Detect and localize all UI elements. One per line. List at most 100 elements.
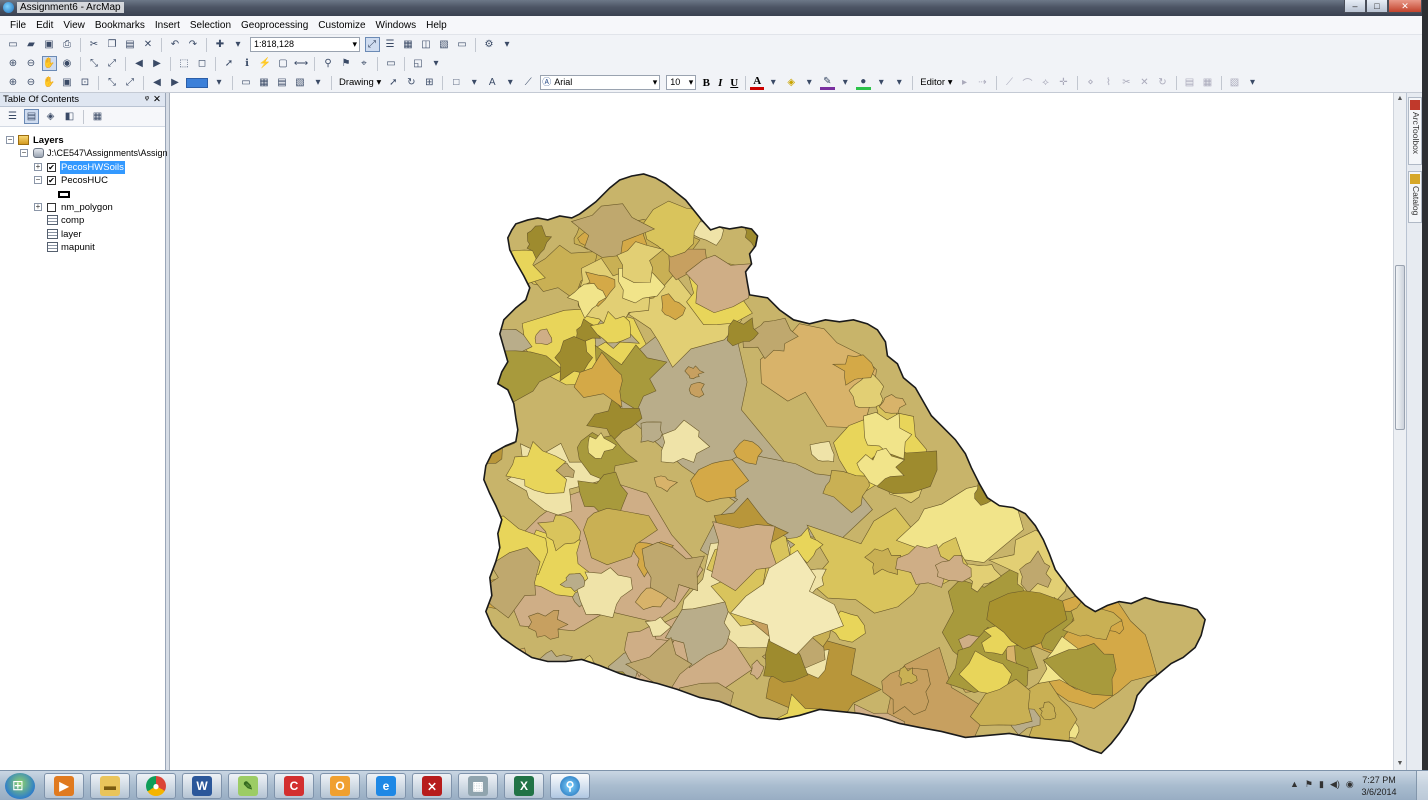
menu-insert[interactable]: Insert bbox=[150, 20, 185, 31]
select-elements-pointer-icon[interactable]: ➚ bbox=[386, 75, 401, 90]
soil-polygon[interactable] bbox=[1004, 226, 1050, 270]
tray-expand-icon[interactable]: ▲ bbox=[1290, 779, 1299, 790]
find-icon[interactable]: ⚲ bbox=[321, 56, 336, 71]
soil-polygon[interactable] bbox=[563, 179, 586, 197]
fill-color-dropdown-icon[interactable]: ▾ bbox=[802, 75, 817, 90]
zoom-percent-dropdown-icon[interactable]: ▾ bbox=[212, 75, 227, 90]
font-size-combo[interactable]: 10 bbox=[666, 75, 697, 90]
taskbar-clock[interactable]: 7:27 PM 3/6/2014 bbox=[1354, 774, 1404, 798]
tree-workspace[interactable]: − J:\CE547\Assignments\Assign bbox=[0, 147, 168, 160]
layer-name[interactable]: PecosHUC bbox=[61, 174, 108, 187]
toolbar-options-icon[interactable]: ▾ bbox=[429, 56, 444, 71]
soil-polygon[interactable] bbox=[933, 323, 984, 371]
list-by-drawing-order-icon[interactable]: ☰ bbox=[5, 109, 20, 124]
go-to-xy-icon[interactable]: ⌖ bbox=[357, 56, 372, 71]
scroll-thumb[interactable] bbox=[1395, 265, 1405, 430]
arctoolbox-tab[interactable]: ArcToolbox bbox=[1408, 97, 1422, 165]
editor-toolbar-toggle-icon[interactable]: ⤢ bbox=[364, 37, 380, 52]
map-canvas[interactable] bbox=[170, 93, 1394, 770]
focus-data-frame-icon[interactable]: ▦ bbox=[257, 75, 272, 90]
zoom-out-icon[interactable]: ⊖ bbox=[24, 56, 39, 71]
soil-polygon[interactable] bbox=[1047, 413, 1082, 444]
html-popup-icon[interactable]: ▢ bbox=[276, 56, 291, 71]
soil-polygon[interactable] bbox=[1033, 273, 1102, 336]
open-folder-icon[interactable]: ▰ bbox=[24, 37, 39, 52]
zoom-whole-page-icon[interactable]: ▣ bbox=[60, 75, 75, 90]
action-center-flag-icon[interactable]: ⚑ bbox=[1305, 779, 1313, 790]
map-display[interactable] bbox=[169, 93, 1406, 770]
toc-options-icon[interactable]: ▦ bbox=[90, 109, 105, 124]
soil-polygon[interactable] bbox=[1034, 336, 1091, 370]
soil-polygon[interactable] bbox=[944, 400, 965, 424]
menu-selection[interactable]: Selection bbox=[185, 20, 236, 31]
soil-polygon[interactable] bbox=[1133, 248, 1197, 325]
point-icon[interactable]: ✛ bbox=[1056, 75, 1071, 90]
table-row-layer[interactable]: layer bbox=[0, 228, 165, 241]
catalog-window-icon[interactable]: ▦ bbox=[401, 37, 416, 52]
change-layout-icon[interactable]: ▤ bbox=[275, 75, 290, 90]
rectangle-dropdown-icon[interactable]: ▾ bbox=[467, 75, 482, 90]
new-document-icon[interactable]: ▭ bbox=[6, 37, 21, 52]
soil-polygon[interactable] bbox=[1138, 371, 1200, 424]
redo-icon[interactable]: ↷ bbox=[186, 37, 201, 52]
straight-segment-icon[interactable]: ⟋ bbox=[1002, 75, 1017, 90]
hyperlink-icon[interactable]: ⚡ bbox=[258, 56, 273, 71]
soil-polygon[interactable] bbox=[1063, 353, 1100, 385]
soil-polygon[interactable] bbox=[987, 363, 1045, 410]
create-features-icon[interactable]: ▧ bbox=[1227, 75, 1242, 90]
collapse-icon[interactable]: − bbox=[34, 176, 42, 185]
soil-polygon[interactable] bbox=[832, 235, 851, 251]
fixed-zoom-in-layout-icon[interactable]: ⤡ bbox=[105, 75, 120, 90]
line-color-dropdown-icon[interactable]: ▾ bbox=[838, 75, 853, 90]
soil-polygon[interactable] bbox=[684, 173, 723, 202]
soil-polygon[interactable] bbox=[1067, 431, 1124, 494]
soil-polygon[interactable] bbox=[1170, 479, 1202, 508]
taskbar-adobe-acrobat[interactable]: ⨯ bbox=[412, 773, 452, 799]
soil-polygon[interactable] bbox=[958, 183, 977, 198]
scroll-down-arrow-icon[interactable]: ▼ bbox=[1394, 758, 1406, 770]
underline-button[interactable]: U bbox=[727, 77, 741, 89]
zoom-percent-box[interactable] bbox=[186, 77, 208, 88]
clear-selection-icon[interactable]: ◻ bbox=[195, 56, 210, 71]
soil-polygon[interactable] bbox=[1129, 295, 1209, 362]
collapse-icon[interactable]: − bbox=[6, 136, 14, 144]
soil-polygon[interactable] bbox=[622, 712, 702, 770]
next-extent-icon[interactable]: ▶ bbox=[150, 56, 165, 71]
edit-tool-icon[interactable]: ▸ bbox=[957, 75, 972, 90]
close-button[interactable]: ✕ bbox=[1388, 0, 1422, 13]
text-dropdown-icon[interactable]: ▾ bbox=[503, 75, 518, 90]
undo-icon[interactable]: ↶ bbox=[168, 37, 183, 52]
menu-edit[interactable]: Edit bbox=[31, 20, 58, 31]
toolbar-options-icon[interactable]: ▾ bbox=[892, 75, 907, 90]
fixed-zoom-in-icon[interactable]: ⤡ bbox=[87, 56, 102, 71]
copy-icon[interactable]: ❐ bbox=[105, 37, 120, 52]
layout-pan-icon[interactable]: ✋ bbox=[42, 75, 57, 90]
font-color-dropdown-icon[interactable]: ▾ bbox=[766, 75, 781, 90]
table-of-contents-window-icon[interactable]: ☰ bbox=[383, 37, 398, 52]
polygon-symbol-icon[interactable] bbox=[58, 190, 70, 198]
soil-polygon[interactable] bbox=[1037, 303, 1075, 333]
end-point-arc-icon[interactable]: ⌒ bbox=[1020, 75, 1035, 90]
menu-help[interactable]: Help bbox=[421, 20, 452, 31]
taskbar-windows-media-player[interactable]: ▶ bbox=[44, 773, 84, 799]
taskbar-internet-explorer[interactable]: e bbox=[366, 773, 406, 799]
create-viewer-window-icon[interactable]: ◱ bbox=[411, 56, 426, 71]
soil-polygon[interactable] bbox=[506, 727, 536, 747]
taskbar-paint-tool[interactable]: ✎ bbox=[228, 773, 268, 799]
soil-polygon[interactable] bbox=[1036, 449, 1088, 492]
zoom-to-selected-elements-icon[interactable]: ⊞ bbox=[422, 75, 437, 90]
arctoolbox-window-icon[interactable]: ▧ bbox=[437, 37, 452, 52]
fixed-zoom-out-icon[interactable]: ⤢ bbox=[105, 56, 120, 71]
print-icon[interactable]: ⎙ bbox=[60, 37, 75, 52]
soil-polygon[interactable] bbox=[1102, 229, 1160, 280]
toc-close-icon[interactable]: ✕ bbox=[153, 93, 161, 107]
layer-visibility-checkbox[interactable]: ✔ bbox=[47, 176, 56, 186]
delete-icon[interactable]: ✕ bbox=[141, 37, 156, 52]
list-by-source-icon[interactable]: ▤ bbox=[24, 109, 39, 124]
select-elements-icon[interactable]: ➚ bbox=[222, 56, 237, 71]
soil-polygon[interactable] bbox=[551, 689, 590, 721]
taskbar-arcmap[interactable]: ⚲ bbox=[550, 773, 590, 799]
maximize-button[interactable]: □ bbox=[1366, 0, 1388, 13]
expand-icon[interactable]: + bbox=[34, 162, 42, 171]
menu-bookmarks[interactable]: Bookmarks bbox=[90, 20, 150, 31]
